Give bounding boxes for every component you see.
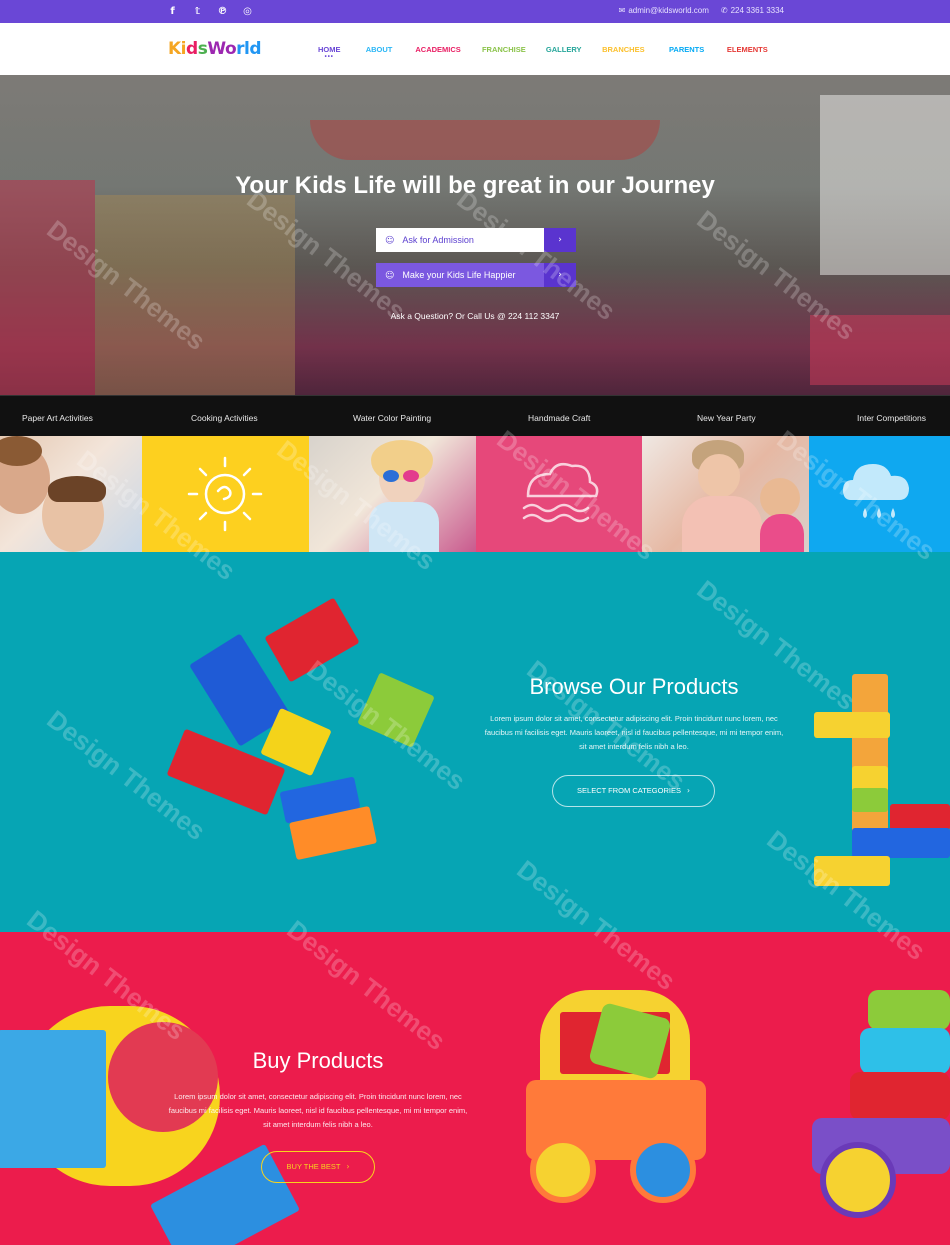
cloud-wave-icon [522,463,599,523]
instagram-icon[interactable]: ◎ [241,5,254,18]
logo-part: rld [236,39,262,59]
lego-block-green [852,788,888,812]
lego-tower [852,674,888,854]
nav-item-branches[interactable]: BRANCHES [602,45,645,54]
lego-brick-green [357,672,435,748]
stack-cup-cyan [860,1028,950,1074]
kids-life-button[interactable]: ☺ Make your Kids Life Happier › [376,263,576,287]
stack-cup-red [850,1072,950,1120]
site-logo[interactable]: KidsWorld [168,39,262,59]
mail-icon: ✉ [618,6,626,15]
activities-bar: Paper Art Activities Cooking Activities … [0,395,950,436]
activity-tab[interactable]: Inter Competitions [857,413,926,423]
social-links: f 𝕥 ℗ ◎ [166,5,254,18]
ask-admission-button[interactable]: ☺ Ask for Admission › [376,228,576,252]
hero-bg-curtain [310,120,660,160]
nav-item-gallery[interactable]: GALLERY [546,45,582,54]
buy-title: Buy Products [252,1048,384,1073]
contact-info: ✉ admin@kidsworld.com ✆ 224 3361 3334 [619,6,784,15]
email-text: admin@kidsworld.com [628,6,709,15]
toy-wheel [820,1142,896,1218]
facebook-icon[interactable]: f [166,5,179,18]
logo-part: s [197,39,208,59]
main-menu: HOME ABOUT ACADEMICS FRANCHISE GALLERY BRANCH… [318,45,768,54]
chevron-right-icon: › [346,1162,350,1171]
hero-banner: Your Kids Life will be great in our Jour… [0,75,950,395]
chevron-right-icon: › [544,228,576,252]
inter-competitions-tile[interactable] [809,436,950,552]
lego-block-blue [852,828,950,858]
handmade-craft-tile[interactable] [476,436,642,552]
hero-bg-shelf [95,195,295,395]
logo-part: Ki [168,39,187,59]
lego-block-yellow-base [814,856,890,886]
activity-tab[interactable]: Paper Art Activities [22,413,93,423]
nav-item-academics[interactable]: ACADEMICS [415,45,460,54]
activity-tiles [0,436,950,552]
paper-art-photo[interactable] [0,436,142,552]
hero-title: Your Kids Life will be great in our Jour… [235,172,715,199]
buy-best-button[interactable]: BUY THE BEST › [261,1151,375,1183]
nav-item-home[interactable]: HOME [318,45,341,54]
phone-item[interactable]: ✆ 224 3361 3334 [721,6,784,15]
phone-text: 224 3361 3334 [730,6,784,15]
smile-icon: ☺ [385,271,395,281]
select-categories-button[interactable]: SELECT FROM CATEGORIES › [552,775,715,807]
twitter-icon[interactable]: 𝕥 [191,5,204,18]
lego-block-red [890,804,950,830]
chevron-right-icon: › [686,786,690,795]
phone-icon: ✆ [720,6,728,15]
toy-car-blue-block [0,1030,106,1168]
browse-text: Lorem ipsum dolor sit amet, consectetur … [484,714,784,751]
logo-part: d [186,39,198,59]
main-navbar: KidsWorld HOME ABOUT ACADEMICS FRANCHISE GAL… [0,23,950,75]
watercolor-photo[interactable] [309,436,476,552]
nav-item-franchise[interactable]: FRANCHISE [482,45,526,54]
stack-cup-green [868,990,950,1030]
browse-products-section: Browse Our Products Lorem ipsum dolor si… [0,552,950,932]
cooking-tile[interactable] [142,436,309,552]
lego-bar-yellow [814,712,890,738]
chevron-right-icon: › [544,263,576,287]
activity-tab[interactable]: Handmade Craft [528,413,590,423]
toy-wheel [530,1137,596,1203]
buy-products-section: Buy Products Lorem ipsum dolor sit amet,… [0,932,950,1245]
email-item[interactable]: ✉ admin@kidsworld.com [619,6,709,15]
nav-item-elements[interactable]: ELEMENTS [727,45,768,54]
activity-tab[interactable]: Cooking Activities [191,413,258,423]
sun-icon [187,456,263,532]
smile-icon: ☺ [385,236,395,246]
hero-bg-cabinet [810,315,950,385]
rain-cloud-icon [843,464,909,518]
pinterest-icon[interactable]: ℗ [216,5,229,18]
toy-wheel [630,1137,696,1203]
activity-tab[interactable]: Water Color Painting [353,413,431,423]
hero-call-text: Ask a Question? Or Call Us @ 224 112 334… [390,311,560,321]
buy-best-label: BUY THE BEST [286,1162,341,1171]
top-bar: f 𝕥 ℗ ◎ ✉ admin@kidsworld.com ✆ 224 3361 3… [0,0,950,23]
browse-title: Browse Our Products [529,674,739,699]
buy-text: Lorem ipsum dolor sit amet, consectetur … [168,1092,468,1129]
nav-item-about[interactable]: ABOUT [366,45,393,54]
ask-admission-label: Ask for Admission [402,235,474,245]
select-categories-label: SELECT FROM CATEGORIES [577,786,681,795]
new-year-party-photo[interactable] [642,436,809,552]
activity-tab[interactable]: New Year Party [697,413,756,423]
kids-life-label: Make your Kids Life Happier [402,270,516,280]
nav-item-parents[interactable]: PARENTS [669,45,704,54]
lego-brick-red [264,597,360,683]
logo-part: Wo [207,39,237,59]
hero-bg-shelf [0,180,95,395]
